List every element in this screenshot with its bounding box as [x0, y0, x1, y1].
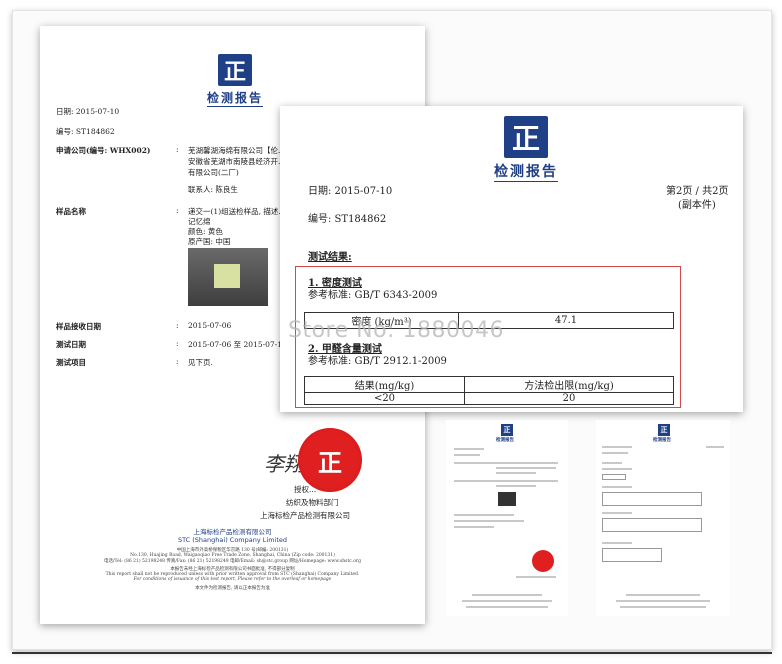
text-line	[706, 446, 724, 448]
stc-logo-icon: 正	[658, 424, 670, 436]
report-title: 检测报告	[206, 91, 263, 107]
footer-company-en: STC (Shanghai) Company Limited	[177, 536, 288, 544]
sample-label: 样品名称	[56, 207, 86, 216]
text-line	[602, 542, 632, 544]
report-logo: 正 检测报告	[486, 116, 566, 182]
formaldehyde-result: <20	[304, 392, 465, 405]
results-title: 测试结果:	[308, 252, 352, 263]
thumbnail-page-1: 正 检测报告	[446, 420, 568, 616]
table-box	[602, 474, 626, 480]
footer-line: 电话/Tel: (86 21) 52198248 传真/Fax: (86 21)…	[104, 559, 361, 564]
footer-line: For conditions of issuance of this test …	[133, 577, 332, 582]
thumbnail-title: 检测报告	[496, 438, 514, 443]
bottom-rule	[12, 652, 772, 654]
test-date-value: 2015-07-06 至 2015-07-10	[188, 340, 287, 349]
footer-line: 本文件为检测报告, 请以正本报告为准	[195, 586, 270, 591]
text-line	[602, 486, 632, 488]
applicant-label: 申请公司(编号: WHX002)	[56, 146, 151, 155]
applicant-line: 芜湖馨湖海绵有限公司【伦...	[188, 146, 286, 155]
report-title: 检测报告	[494, 161, 558, 182]
text-line	[454, 526, 494, 528]
table-header: 方法检出限(mg/kg)	[464, 376, 674, 393]
copy-info: (副本件)	[678, 200, 716, 211]
signing-company: 上海标检产品检测有限公司	[260, 511, 350, 520]
report-date: 日期: 2015-07-10	[56, 107, 120, 116]
text-line	[454, 520, 524, 522]
stc-logo-icon: 正	[218, 54, 252, 86]
official-seal-icon: 正	[298, 428, 362, 492]
table-box	[602, 548, 662, 562]
report-page-2: 正 检测报告 日期: 2015-07-10 第2页 / 共2页 (副本件) 编号…	[280, 106, 743, 412]
store-watermark: Store No: 1880046	[288, 318, 504, 343]
text-line	[602, 512, 632, 514]
report-footer: 上海标检产品检测有限公司 STC (Shanghai) Company Limi…	[40, 526, 425, 591]
test-items-label: 测试项目	[56, 358, 86, 367]
test1-reference: 参考标准: GB/T 6343-2009	[308, 290, 438, 301]
text-line	[620, 606, 706, 608]
thumbnail-title: 检测报告	[653, 438, 671, 443]
text-line	[454, 454, 480, 456]
text-line	[466, 606, 548, 608]
text-line	[472, 594, 542, 596]
table-box	[602, 492, 702, 506]
received-date-label: 样品接收日期	[56, 322, 101, 331]
official-seal-icon	[532, 550, 554, 572]
stc-logo-icon: 正	[504, 116, 548, 158]
page-info: 第2页 / 共2页	[666, 186, 729, 197]
text-line	[454, 514, 514, 516]
report-number: 编号: ST184862	[56, 127, 115, 136]
applicant-line: 有限公司(二厂)	[188, 168, 239, 177]
thumbnail-page-2: 正 检测报告	[596, 420, 730, 616]
colon: :	[176, 321, 179, 330]
contact-person: 联系人: 陈良生	[188, 185, 238, 194]
footer-company-cn: 上海标检产品检测有限公司	[193, 528, 272, 536]
colon: :	[176, 339, 179, 348]
text-line	[516, 576, 556, 578]
text-line	[496, 467, 556, 469]
colon: :	[176, 145, 179, 154]
text-line	[602, 468, 632, 470]
table-header: 结果(mg/kg)	[304, 376, 465, 393]
department: 纺织及物料部门	[286, 498, 339, 507]
foam-sample	[214, 264, 240, 288]
sample-photo	[188, 248, 268, 306]
test2-reference: 参考标准: GB/T 2912.1-2009	[308, 356, 447, 367]
text-line	[602, 452, 628, 454]
table-box	[602, 518, 702, 532]
detection-limit: 20	[464, 392, 674, 405]
applicant-line: 安徽省芜湖市南陵县经济开...	[188, 157, 286, 166]
sample-photo	[498, 492, 516, 506]
test-date-label: 测试日期	[56, 340, 86, 349]
formaldehyde-table: 结果(mg/kg) 方法检出限(mg/kg) <20 20	[304, 376, 674, 405]
report-logo: 正 检测报告	[195, 54, 275, 107]
text-line	[626, 594, 700, 596]
report-number: 编号: ST184862	[308, 214, 387, 225]
text-line	[496, 485, 536, 487]
stc-logo-icon: 正	[501, 424, 513, 436]
text-line	[496, 472, 536, 474]
text-line	[462, 600, 552, 602]
colon: :	[176, 357, 179, 366]
text-line	[602, 446, 632, 448]
text-line	[454, 462, 558, 464]
report-date: 日期: 2015-07-10	[308, 186, 393, 197]
text-line	[454, 480, 558, 482]
authorized-text: 授权...	[294, 485, 317, 494]
received-date-value: 2015-07-06	[188, 321, 232, 330]
table-header-row: 结果(mg/kg) 方法检出限(mg/kg)	[304, 376, 674, 393]
sample-line: 原产国: 中国	[188, 237, 231, 246]
test-items-value: 见下页.	[188, 358, 213, 367]
colon: :	[176, 206, 179, 215]
table-row: <20 20	[304, 392, 674, 405]
text-line	[616, 600, 710, 602]
text-line	[602, 462, 622, 464]
text-line	[454, 448, 484, 450]
